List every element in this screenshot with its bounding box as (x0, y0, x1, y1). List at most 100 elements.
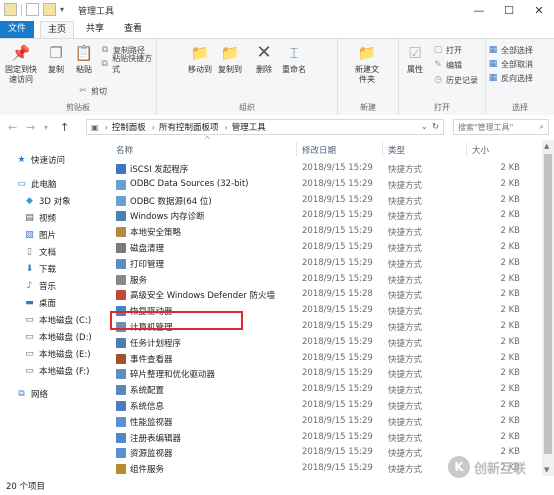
file-row[interactable]: 系统信息 2018/9/15 15:29 快捷方式 2 KB (114, 399, 534, 413)
ribbon: 📌 固定到快速访问 ❐ 复制 📋 粘贴 ⧉ 复制路径 ⧉ 粘贴快捷方式 ✂ 剪切… (0, 38, 554, 116)
recent-locations-icon[interactable]: ▾ (44, 123, 48, 132)
file-row[interactable]: 注册表编辑器 2018/9/15 15:29 快捷方式 2 KB (114, 431, 534, 445)
pin-button[interactable]: 📌 固定到快速访问 (2, 43, 40, 85)
select-group-label: 选择 (512, 103, 528, 112)
file-row[interactable]: ODBC Data Sources (32-bit) 2018/9/15 15:2… (114, 178, 534, 192)
breadcrumb-admin-tools[interactable]: 管理工具 (232, 121, 266, 133)
select-none-button[interactable]: ▦ 全部取消 (488, 58, 533, 70)
copy-to-button[interactable]: 📁 复制到 (215, 43, 245, 75)
open-button[interactable]: ▢ 打开 (433, 44, 462, 56)
edit-button[interactable]: ✎ 编辑 (433, 59, 462, 71)
cut-label: 剪切 (91, 86, 107, 96)
file-date: 2018/9/15 15:29 (302, 178, 373, 189)
scrollbar-thumb[interactable] (544, 154, 552, 454)
nav-3d-objects[interactable]: ◆ 3D 对象 (24, 195, 71, 207)
nav-disk-e[interactable]: ▭ 本地磁盘 (E:) (24, 348, 90, 360)
history-button[interactable]: ◷ 历史记录 (433, 74, 478, 86)
scroll-down-icon[interactable]: ▼ (544, 466, 549, 474)
column-name[interactable]: 名称 (116, 144, 133, 156)
file-row[interactable]: 系统配置 2018/9/15 15:29 快捷方式 2 KB (114, 383, 534, 397)
cut-button[interactable]: ✂ 剪切 (78, 85, 107, 97)
invert-selection-button[interactable]: ▦ 反向选择 (488, 72, 533, 84)
tab-home[interactable]: 主页 (40, 21, 74, 38)
select-all-label: 全部选择 (501, 45, 533, 55)
file-name: ODBC Data Sources (32-bit) (130, 178, 249, 189)
tab-file[interactable]: 文件 (0, 21, 34, 38)
file-row[interactable]: 碎片整理和优化驱动器 2018/9/15 15:29 快捷方式 2 KB (114, 367, 534, 381)
file-date: 2018/9/15 15:29 (302, 352, 373, 363)
file-row[interactable]: 高级安全 Windows Defender 防火墙 2018/9/15 15:28… (114, 288, 534, 302)
nav-downloads[interactable]: ⬇ 下载 (24, 263, 56, 275)
column-divider[interactable] (296, 142, 297, 156)
maximize-button[interactable]: ☐ (494, 0, 524, 21)
search-input[interactable]: 搜索"管理工具" ⌕ (453, 119, 549, 135)
file-row[interactable]: 本地安全策略 2018/9/15 15:29 快捷方式 2 KB (114, 225, 534, 239)
vertical-scrollbar[interactable]: ▲ ▼ (542, 140, 554, 476)
file-size: 2 KB (500, 163, 520, 173)
paste-shortcut-button[interactable]: ⧉ 粘贴快捷方式 (100, 54, 156, 74)
column-divider[interactable] (466, 142, 467, 156)
window-title: 管理工具 (78, 7, 115, 17)
close-button[interactable]: ✕ (524, 0, 554, 21)
nav-pictures[interactable]: ▧ 图片 (24, 229, 56, 241)
file-row[interactable]: 性能监视器 2018/9/15 15:29 快捷方式 2 KB (114, 415, 534, 429)
minimize-button[interactable]: — (464, 0, 494, 21)
select-all-icon: ▦ (488, 45, 498, 55)
nav-desktop[interactable]: ▬ 桌面 (24, 297, 56, 309)
file-row[interactable]: iSCSI 发起程序 2018/9/15 15:29 快捷方式 2 KB (114, 162, 534, 176)
nav-disk-c[interactable]: ▭ 本地磁盘 (C:) (24, 314, 91, 326)
file-row[interactable]: 服务 2018/9/15 15:29 快捷方式 2 KB (114, 273, 534, 287)
history-icon: ◷ (434, 75, 442, 85)
nav-label: 网络 (31, 390, 49, 400)
rename-button[interactable]: ⌶ 重命名 (279, 43, 309, 75)
scroll-up-icon[interactable]: ▲ (544, 142, 549, 150)
tab-view[interactable]: 查看 (116, 21, 150, 38)
address-field[interactable]: ▣ › 控制面板 › 所有控制面板项 › 管理工具 ⌄ ↻ (86, 119, 444, 135)
column-date[interactable]: 修改日期 (302, 144, 336, 156)
nav-music[interactable]: ♪ 音乐 (24, 280, 56, 292)
shortcut-icon (116, 164, 126, 174)
chevron-down-icon[interactable]: ⌄ (421, 122, 428, 132)
breadcrumb-control-panel[interactable]: 控制面板 (112, 121, 146, 133)
properties-icon[interactable] (26, 3, 39, 16)
file-type: 快捷方式 (388, 370, 423, 381)
file-row[interactable]: 打印管理 2018/9/15 15:29 快捷方式 2 KB (114, 257, 534, 271)
column-divider[interactable] (382, 142, 383, 156)
delete-button[interactable]: ✕ 删除 (251, 43, 277, 75)
file-row[interactable]: 任务计划程序 2018/9/15 15:29 快捷方式 2 KB (114, 336, 534, 350)
column-type[interactable]: 类型 (388, 144, 405, 156)
nav-network[interactable]: ⧉ 网络 (16, 388, 48, 400)
breadcrumb-all-items[interactable]: 所有控制面板项 (159, 121, 219, 133)
nav-disk-d[interactable]: ▭ 本地磁盘 (D:) (24, 331, 92, 343)
up-arrow-icon[interactable]: ↑ (60, 121, 69, 134)
back-arrow-icon[interactable]: ← (8, 121, 17, 134)
invert-selection-label: 反向选择 (501, 73, 533, 83)
file-row[interactable]: 事件查看器 2018/9/15 15:29 快捷方式 2 KB (114, 352, 534, 366)
nav-documents[interactable]: ▯ 文档 (24, 246, 56, 258)
column-size[interactable]: 大小 (472, 144, 489, 156)
nav-videos[interactable]: ▤ 视频 (24, 212, 56, 224)
file-type: 快捷方式 (388, 228, 423, 239)
forward-arrow-icon[interactable]: → (26, 121, 35, 134)
nav-this-pc[interactable]: ▭ 此电脑 (16, 178, 56, 190)
delete-label: 删除 (256, 65, 272, 74)
select-all-button[interactable]: ▦ 全部选择 (488, 44, 533, 56)
new-folder-icon[interactable] (43, 3, 56, 16)
move-to-button[interactable]: 📁 移动到 (185, 43, 215, 75)
new-folder-button[interactable]: 📁 新建文件夹 (348, 43, 386, 85)
nav-disk-f[interactable]: ▭ 本地磁盘 (F:) (24, 365, 89, 377)
tab-share[interactable]: 共享 (78, 21, 112, 38)
quick-access-toolbar: ▾ (4, 3, 64, 16)
properties-button[interactable]: ☑ 属性 (401, 43, 429, 75)
file-row[interactable]: 磁盘清理 2018/9/15 15:29 快捷方式 2 KB (114, 241, 534, 255)
refresh-icon[interactable]: ↻ (432, 122, 439, 132)
copy-button[interactable]: ❐ 复制 (44, 43, 68, 75)
customize-toolbar-icon[interactable]: ▾ (60, 5, 64, 14)
properties-label: 属性 (407, 65, 423, 74)
paste-button[interactable]: 📋 粘贴 (72, 43, 96, 75)
file-row[interactable]: ODBC 数据源(64 位) 2018/9/15 15:29 快捷方式 2 KB (114, 194, 534, 208)
nav-quick-access[interactable]: ★ 快速访问 (16, 154, 65, 166)
file-row[interactable]: Windows 内存诊断 2018/9/15 15:29 快捷方式 2 KB (114, 209, 534, 223)
document-icon: ▯ (27, 247, 32, 257)
ribbon-tabs: 文件 主页 共享 查看 (0, 21, 554, 38)
